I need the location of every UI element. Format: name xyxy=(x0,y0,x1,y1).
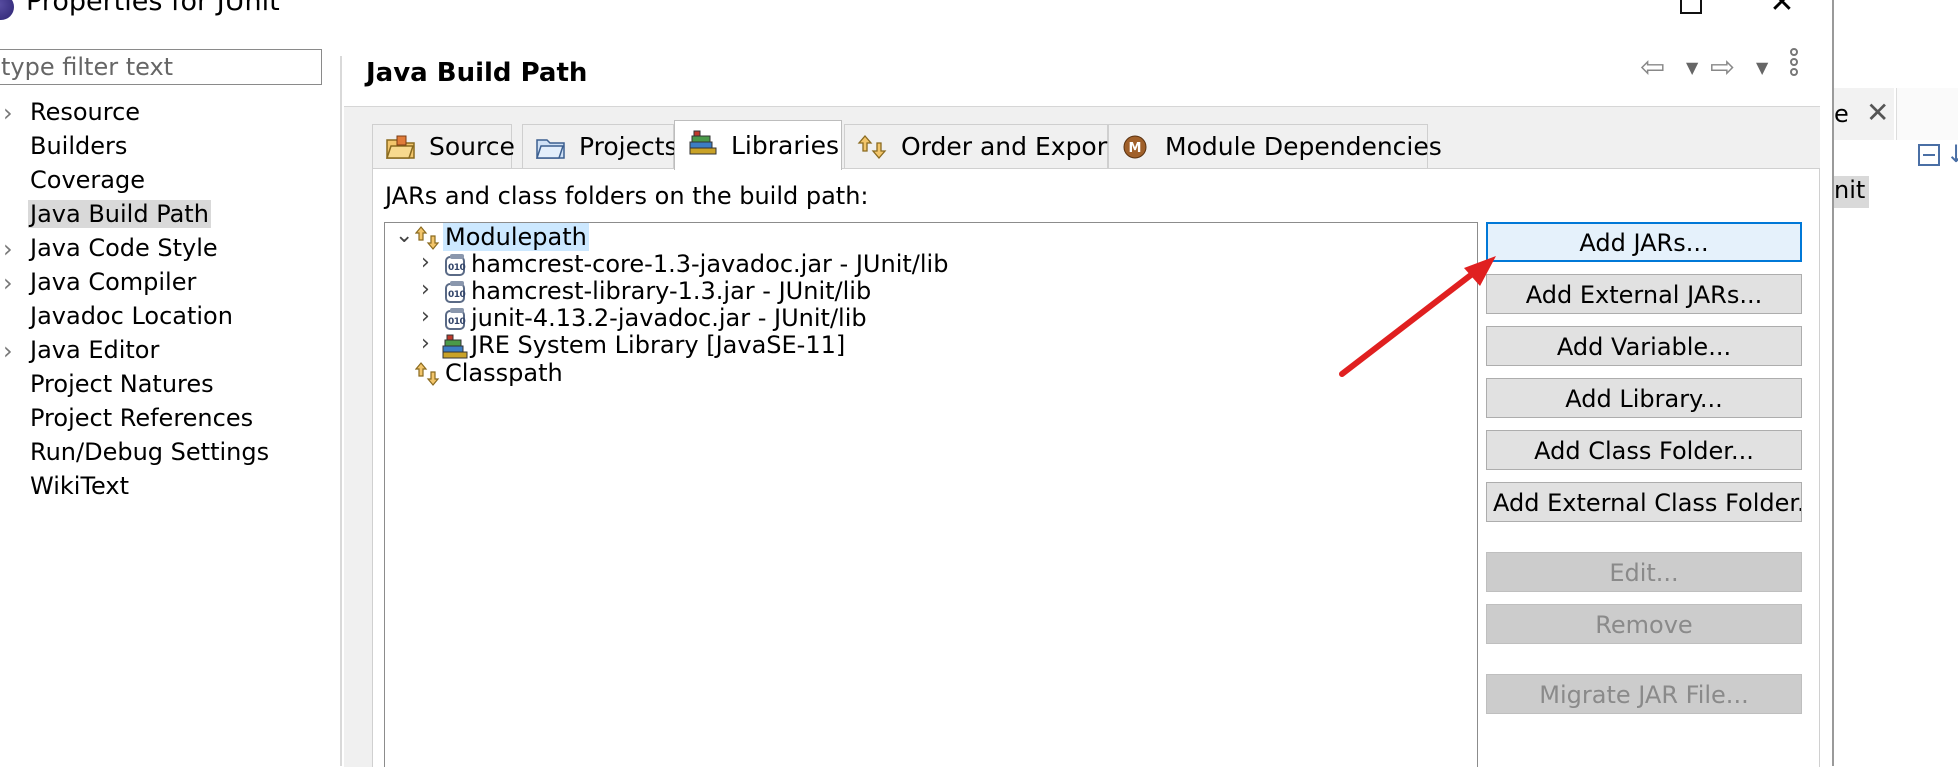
tab-label: Projects xyxy=(579,132,678,161)
source-folder-icon xyxy=(385,135,415,159)
tab-label: Module Dependencies xyxy=(1165,132,1442,161)
package-arrows-icon xyxy=(415,362,440,386)
nav-item-run-debug-settings[interactable]: Run/Debug Settings xyxy=(0,436,338,470)
add-library-button[interactable]: Add Library... xyxy=(1486,378,1802,418)
window-title: Properties for JUnit xyxy=(26,0,280,17)
chevron-right-icon[interactable]: › xyxy=(421,331,441,356)
page-title: Java Build Path xyxy=(366,58,588,88)
more-vertical-icon[interactable] xyxy=(1790,48,1802,78)
tab-libraries[interactable]: Libraries xyxy=(674,120,842,170)
nav-item-java-build-path[interactable]: Java Build Path xyxy=(0,198,338,232)
add-external-class-folder-button[interactable]: Add External Class Folder... xyxy=(1486,482,1802,522)
tree-node-label: hamcrest-core-1.3-javadoc.jar - JUnit/li… xyxy=(471,250,949,278)
nav-item-project-references[interactable]: Project References xyxy=(0,402,338,436)
nav-item-wikitext[interactable]: WikiText xyxy=(0,470,338,504)
migrate-jar-file-button[interactable]: Migrate JAR File... xyxy=(1486,674,1802,714)
chevron-right-icon[interactable]: › xyxy=(3,99,19,127)
tree-node-label: JRE System Library [JavaSE-11] xyxy=(471,331,846,359)
tree-node-label: junit-4.13.2-javadoc.jar - JUnit/lib xyxy=(471,304,867,332)
tab-source[interactable]: Source xyxy=(372,124,515,168)
chevron-right-icon[interactable]: › xyxy=(3,337,19,365)
order-export-icon xyxy=(857,135,887,159)
chevron-right-icon[interactable]: › xyxy=(3,235,19,263)
tab-projects[interactable]: Projects xyxy=(522,124,678,168)
dropdown-icon[interactable]: ▼ xyxy=(1756,58,1768,77)
tab-label: Libraries xyxy=(731,131,839,160)
collapse-all-icon[interactable] xyxy=(1918,144,1940,166)
minimize-button[interactable] xyxy=(1586,0,1626,20)
maximize-button[interactable] xyxy=(1670,0,1710,20)
add-variable-button[interactable]: Add Variable... xyxy=(1486,326,1802,366)
add-jars-button[interactable]: Add JARs... xyxy=(1486,222,1802,262)
nav-item-java-code-style[interactable]: › Java Code Style xyxy=(0,232,338,266)
svg-text:M: M xyxy=(1129,141,1142,156)
tab-label: Source xyxy=(429,132,515,161)
nav-item-label: Resource xyxy=(30,98,141,126)
jar-icon xyxy=(445,281,465,303)
remove-button[interactable]: Remove xyxy=(1486,604,1802,644)
nav-item-java-editor[interactable]: › Java Editor xyxy=(0,334,338,368)
chevron-down-icon[interactable]: ⌄ xyxy=(395,223,415,248)
nav-item-coverage[interactable]: Coverage xyxy=(0,164,338,198)
nav-item-label: Java Compiler xyxy=(30,268,197,296)
add-class-folder-button[interactable]: Add Class Folder... xyxy=(1486,430,1802,470)
back-arrow-icon[interactable]: ⇦ xyxy=(1640,50,1665,85)
library-books-icon xyxy=(689,130,717,155)
eclipse-icon xyxy=(0,0,14,20)
tab-order-and-export[interactable]: Order and Export xyxy=(844,124,1117,168)
edit-button[interactable]: Edit... xyxy=(1486,552,1802,592)
tree-node-label: Modulepath xyxy=(443,223,589,251)
close-icon[interactable]: ✕ xyxy=(1866,96,1889,129)
nav-item-label: Java Code Style xyxy=(30,234,218,262)
annotation-arrow xyxy=(1339,256,1496,377)
nav-item-label: Project Natures xyxy=(30,370,214,398)
tab-module-dependencies[interactable]: M Module Dependencies xyxy=(1108,124,1442,168)
dropdown-icon[interactable]: ▼ xyxy=(1686,58,1698,77)
nav-item-label: Project References xyxy=(30,404,254,432)
nav-item-label: Javadoc Location xyxy=(30,302,233,330)
package-arrows-icon xyxy=(415,226,440,250)
library-books-icon xyxy=(442,334,468,359)
nav-item-javadoc-location[interactable]: Javadoc Location xyxy=(0,300,338,334)
nav-item-label: Coverage xyxy=(30,166,145,194)
nav-item-java-compiler[interactable]: › Java Compiler xyxy=(0,266,338,300)
sort-icon[interactable]: ↓ xyxy=(1946,140,1958,168)
chevron-right-icon[interactable]: › xyxy=(421,277,441,302)
nav-item-label: Java Build Path xyxy=(28,200,211,228)
background-toolbar xyxy=(1896,88,1958,140)
background-tree-item[interactable]: nit xyxy=(1834,176,1870,208)
add-external-jars-button[interactable]: Add External JARs... xyxy=(1486,274,1802,314)
projects-folder-icon xyxy=(535,139,565,159)
nav-item-label: WikiText xyxy=(30,472,129,500)
chevron-right-icon[interactable]: › xyxy=(3,269,19,297)
nav-item-builders[interactable]: Builders xyxy=(0,130,338,164)
tree-node-label: hamcrest-library-1.3.jar - JUnit/lib xyxy=(471,277,872,305)
filter-input[interactable] xyxy=(0,49,322,85)
forward-arrow-icon[interactable]: ⇨ xyxy=(1710,50,1735,85)
build-path-label: JARs and class folders on the build path… xyxy=(385,182,869,210)
background-tab-label: e xyxy=(1834,100,1849,128)
nav-item-label: Java Editor xyxy=(30,336,160,364)
nav-item-label: Builders xyxy=(30,132,128,160)
sash-divider[interactable] xyxy=(340,56,342,766)
nav-item-resource[interactable]: › Resource xyxy=(0,96,338,130)
tree-node-label: Classpath xyxy=(445,359,563,387)
jar-icon xyxy=(445,254,465,276)
chevron-right-icon[interactable]: › xyxy=(421,250,441,275)
title-bar: Properties for JUnit ✕ xyxy=(0,0,1832,44)
build-path-tree[interactable]: ⌄ Modulepath › hamcrest-core-1.3-javadoc… xyxy=(384,222,1478,767)
tab-label: Order and Export xyxy=(901,132,1117,161)
module-icon: M xyxy=(1123,135,1147,159)
jar-icon xyxy=(445,308,465,330)
nav-item-label: Run/Debug Settings xyxy=(30,438,270,466)
chevron-right-icon[interactable]: › xyxy=(421,304,441,329)
nav-item-project-natures[interactable]: Project Natures xyxy=(0,368,338,402)
close-button[interactable]: ✕ xyxy=(1762,0,1802,20)
